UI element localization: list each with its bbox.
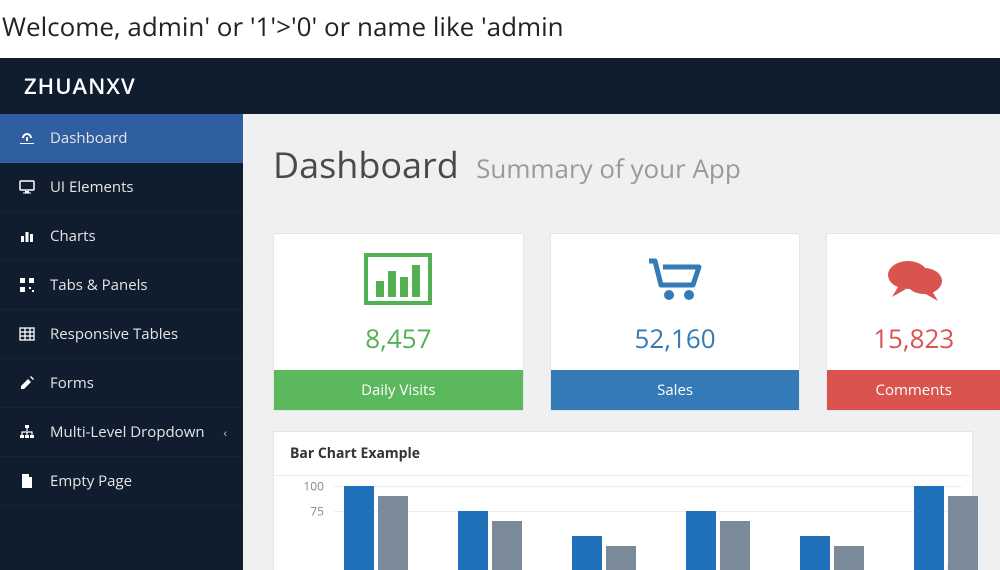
bar [948,496,978,570]
sidebar-item-label: Charts [50,226,96,246]
chevron-left-icon: ‹ [223,424,227,441]
sidebar-item-forms[interactable]: Forms [0,359,243,408]
sidebar-item-label: Empty Page [50,471,132,491]
bar [720,521,750,570]
stat-label: Comments [827,370,1000,410]
app-frame: ZHUANXV Dashboard UI Elements Charts [0,58,1000,570]
chart-bars [344,486,978,570]
stat-card-sales[interactable]: 52,160 Sales [550,233,801,411]
page-subtitle: Summary of your App [476,150,741,186]
bar [606,546,636,570]
topbar: ZHUANXV [0,58,1000,114]
bar-group [458,511,522,570]
bar [344,486,374,570]
sidebar-item-ui-elements[interactable]: UI Elements [0,163,243,212]
page-title: Dashboard Summary of your App [273,140,1000,189]
welcome-text: Welcome, admin' or '1'>'0' or name like … [0,0,1000,58]
sidebar-item-charts[interactable]: Charts [0,212,243,261]
edit-icon [18,375,36,391]
chat-icon [878,248,950,310]
stat-label: Daily Visits [274,370,523,410]
sitemap-icon [18,424,36,440]
sidebar-item-tables[interactable]: Responsive Tables [0,310,243,359]
dashboard-icon [18,130,36,146]
sidebar: Dashboard UI Elements Charts Tabs & Pane… [0,114,243,570]
bar-chart-panel: Bar Chart Example m ) 10075 [273,431,973,570]
sidebar-item-label: UI Elements [50,177,134,197]
file-icon [18,473,36,489]
bar [834,546,864,570]
content-area: Dashboard Summary of your App 8,457 Dail… [243,114,1000,570]
stat-value: 8,457 [365,320,431,356]
sidebar-item-label: Dashboard [50,128,127,148]
stat-card-comments[interactable]: 15,823 Comments [826,233,1000,411]
table-icon [18,326,36,342]
chart-ytick: 75 [274,503,324,520]
sidebar-item-dropdown[interactable]: Multi-Level Dropdown ‹ [0,408,243,457]
brand-logo[interactable]: ZHUANXV [24,71,136,101]
sidebar-item-label: Multi-Level Dropdown [50,422,205,442]
stat-label: Sales [551,370,800,410]
bar-group [344,486,408,570]
stat-card-visits[interactable]: 8,457 Daily Visits [273,233,524,411]
bar [492,521,522,570]
bar [378,496,408,570]
stat-value: 15,823 [873,320,954,356]
bar [572,536,602,570]
sidebar-item-empty-page[interactable]: Empty Page [0,457,243,506]
bar [686,511,716,570]
barchart-icon [362,248,434,310]
sidebar-item-label: Forms [50,373,94,393]
cart-icon [639,248,711,310]
desktop-icon [18,179,36,195]
bar-group [800,536,864,570]
sidebar-item-tabs-panels[interactable]: Tabs & Panels [0,261,243,310]
sidebar-item-dashboard[interactable]: Dashboard [0,114,243,163]
qrcode-icon [18,277,36,293]
bar [458,511,488,570]
page-title-main: Dashboard [273,140,459,189]
sidebar-item-label: Tabs & Panels [50,275,148,295]
bar-group [686,511,750,570]
bar [914,486,944,570]
bar-group [572,536,636,570]
chart-ytick: 100 [274,478,324,495]
bar-chart: m ) 10075 [274,476,972,570]
stat-cards-row: 8,457 Daily Visits 52,160 Sales 15,823 C… [273,233,1000,411]
bar [800,536,830,570]
barchart-icon [18,228,36,244]
main-layout: Dashboard UI Elements Charts Tabs & Pane… [0,114,1000,570]
bar-group [914,486,978,570]
stat-value: 52,160 [635,320,716,356]
sidebar-item-label: Responsive Tables [50,324,178,344]
panel-title: Bar Chart Example [274,432,972,476]
